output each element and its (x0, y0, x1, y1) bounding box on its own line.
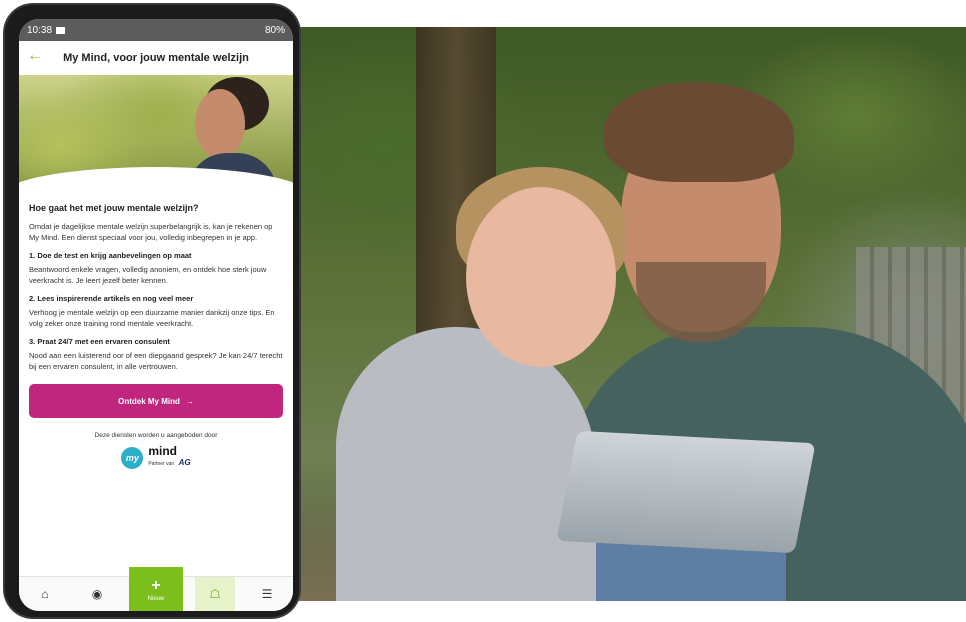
intro-text: Omdat je dagelijkse mentale welzijn supe… (29, 222, 273, 242)
logo-name: mind (148, 444, 178, 458)
content-heading: Hoe gaat het met jouw mentale welzijn? (29, 203, 199, 213)
phone-mockup: 10:38 80% ← My Mind, voor jouw mentale w… (5, 5, 299, 617)
discover-my-mind-button[interactable]: Ontdek My Mind → (29, 384, 283, 418)
section-text: Nood aan een luisterend oor of een diepg… (29, 351, 283, 371)
status-bar: 10:38 80% (19, 19, 293, 41)
section-title: 1. Doe de test en krijg aanbevelingen op… (29, 251, 192, 260)
hero-image (19, 75, 293, 187)
bottom-nav: ⌂ ◉ + Nieuw ☖ ☰ (19, 567, 293, 611)
section-title: 2. Lees inspirerende artikels en nog vee… (29, 294, 194, 303)
nav-new-label: Nieuw (147, 595, 165, 602)
girl-head (466, 187, 616, 367)
content: Hoe gaat het met jouw mentale welzijn? O… (19, 203, 293, 469)
cta-label: Ontdek My Mind (118, 396, 180, 406)
phone-screen: 10:38 80% ← My Mind, voor jouw mentale w… (19, 19, 293, 611)
image-icon (56, 26, 66, 34)
battery-level: 80% (264, 24, 285, 36)
nav-offers[interactable]: ☖ (195, 577, 235, 611)
provided-by-text: Deze diensten worden u aangeboden door (94, 432, 218, 439)
page-title: My Mind, voor jouw mentale welzijn (63, 52, 249, 64)
logo-mark: my (121, 447, 144, 469)
nav-menu[interactable]: ☰ (247, 577, 287, 611)
menu-icon: ☰ (261, 587, 273, 601)
nav-home[interactable]: ⌂ (25, 577, 65, 611)
back-arrow-icon[interactable]: ← (27, 47, 43, 65)
tag-icon: ☖ (209, 587, 221, 601)
my-mind-logo: my mind Partner van AG (29, 444, 283, 469)
home-icon: ⌂ (41, 587, 49, 601)
section-text: Beantwoord enkele vragen, volledig anoni… (29, 265, 267, 285)
nav-new-button[interactable]: + Nieuw (129, 567, 183, 611)
logo-partner-text: Partner van (148, 461, 175, 467)
plus-icon: + (151, 576, 161, 594)
profile-icon: ◉ (91, 587, 103, 601)
nav-profile[interactable]: ◉ (77, 577, 117, 611)
background-photo (296, 27, 966, 601)
girl-figure (336, 327, 596, 601)
app-bar: ← My Mind, voor jouw mentale welzijn (19, 41, 293, 75)
section-title: 3. Praat 24/7 met een ervaren consulent (29, 337, 170, 346)
hero-face (195, 89, 245, 159)
section-text: Verhoog je mentale welzijn op een duurza… (29, 308, 275, 328)
man-hair (604, 82, 794, 182)
ag-logo: AG (178, 458, 191, 467)
tablet-device (556, 430, 816, 554)
arrow-right-icon: → (185, 396, 194, 406)
status-time: 10:38 (27, 24, 53, 36)
